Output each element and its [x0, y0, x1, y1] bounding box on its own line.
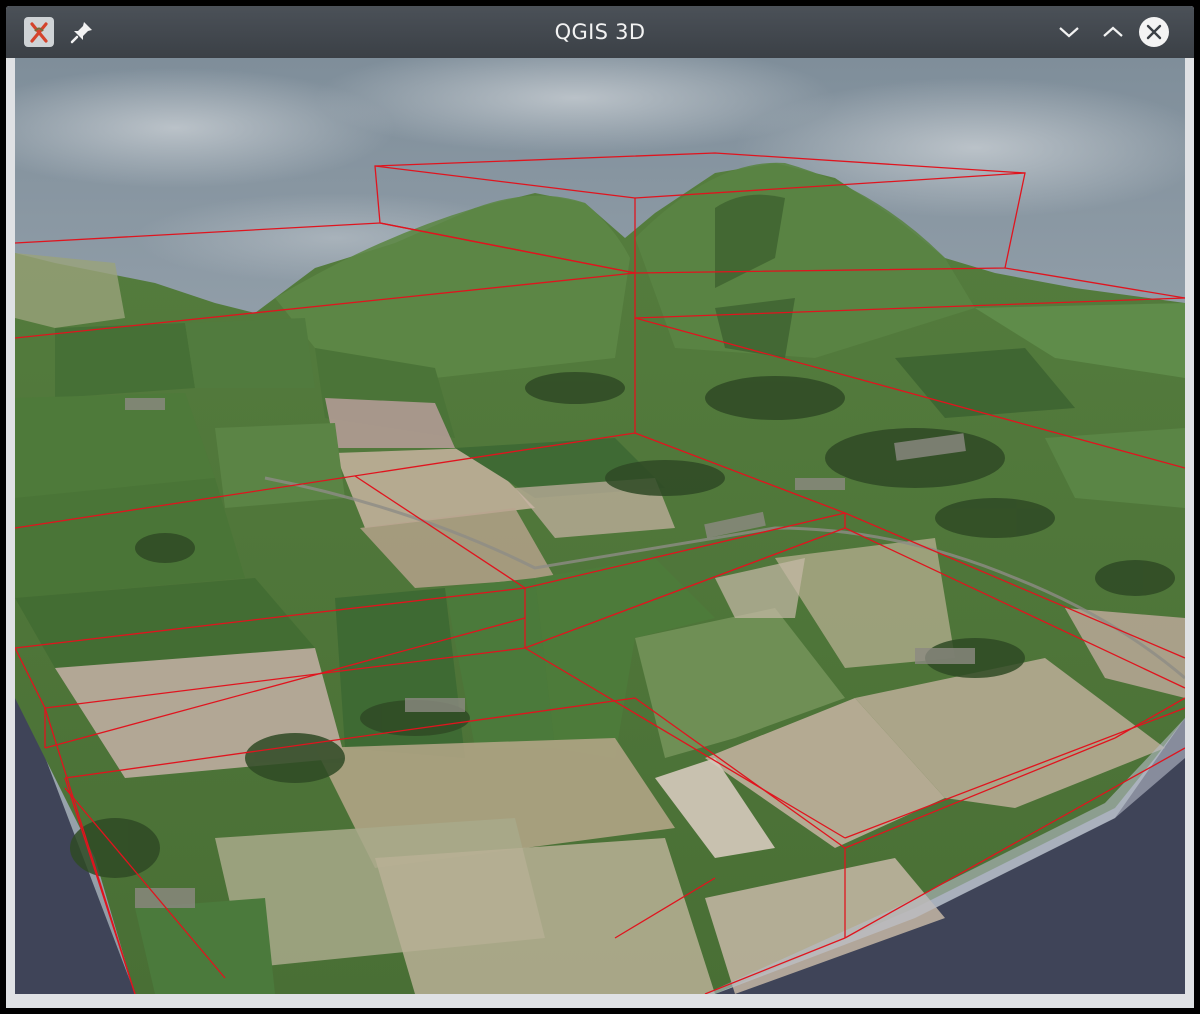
maximize-button[interactable]: [1098, 17, 1128, 47]
terrain-scene: [15, 58, 1185, 994]
close-button[interactable]: [1139, 17, 1169, 47]
close-icon: [1146, 24, 1162, 40]
qgis-3d-window: QGIS 3D: [6, 6, 1194, 1008]
chevron-down-icon: [1059, 27, 1079, 38]
title-bar[interactable]: QGIS 3D: [6, 6, 1194, 58]
chevron-up-icon: [1103, 26, 1123, 37]
window-title: QGIS 3D: [554, 20, 646, 44]
minimize-button[interactable]: [1054, 17, 1084, 47]
3d-map-canvas[interactable]: [15, 58, 1185, 994]
